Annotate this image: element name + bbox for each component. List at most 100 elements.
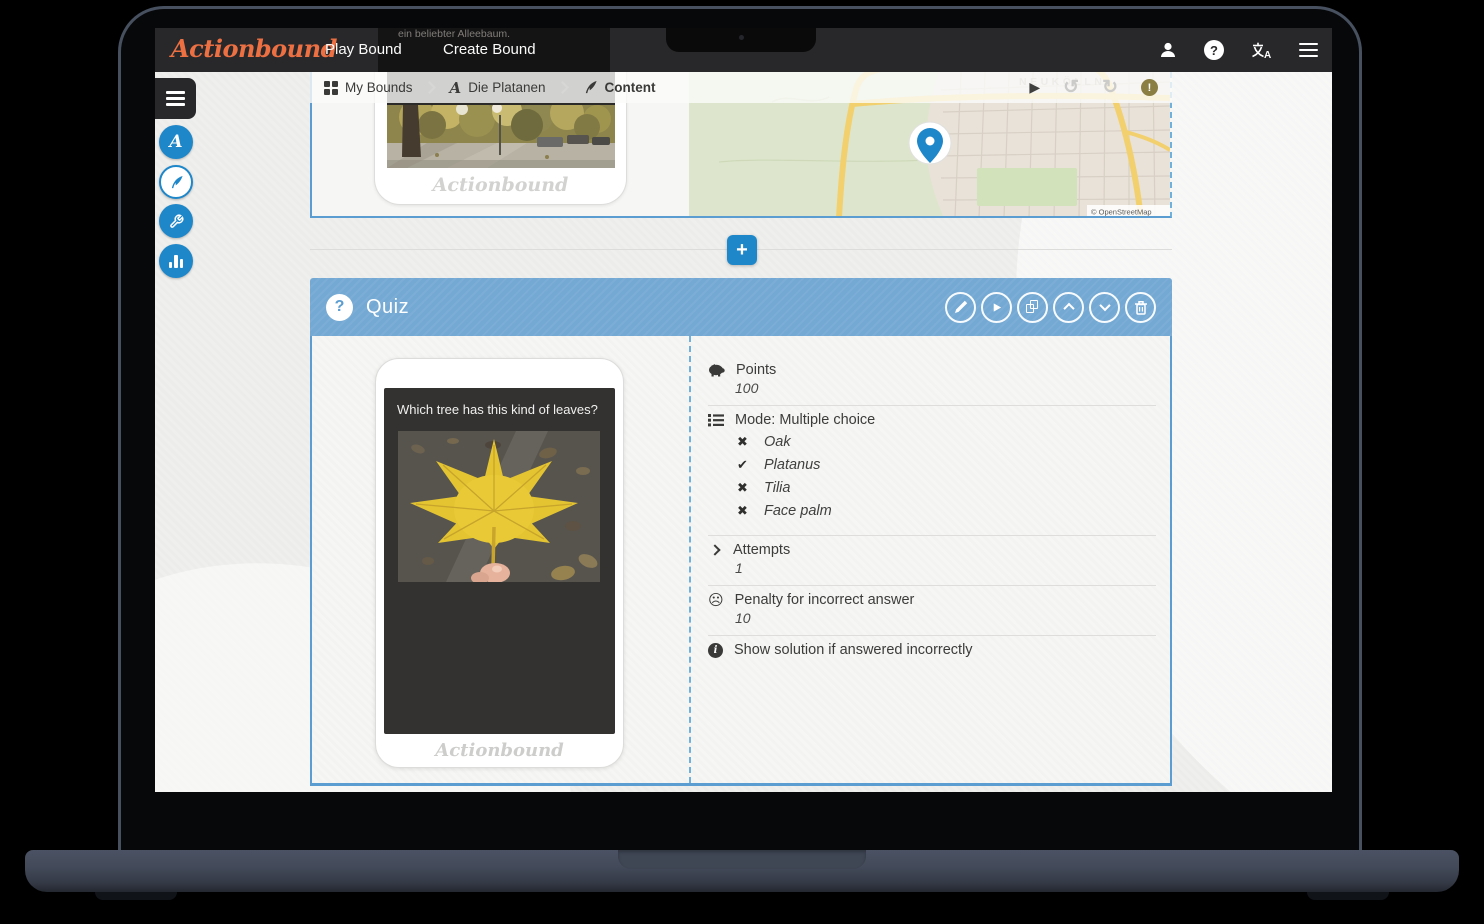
menu-icon[interactable]	[1299, 43, 1318, 58]
grid-icon	[324, 81, 338, 95]
answer-text: Tilia	[764, 480, 790, 496]
chevron-separator-icon	[423, 81, 436, 94]
setting-label: Mode: Multiple choice	[735, 412, 875, 428]
undo-button[interactable]: ↺	[1063, 78, 1079, 97]
laptop-foot	[95, 892, 177, 900]
breadcrumb-label: My Bounds	[345, 80, 413, 95]
sidebar-bound-button[interactable]: A	[159, 125, 193, 159]
delete-button[interactable]	[1125, 292, 1156, 323]
quiz-card-actions	[945, 292, 1156, 323]
copy-icon	[1026, 300, 1039, 314]
stage: Actionbound	[0, 0, 1484, 924]
sidebar-settings-button[interactable]	[159, 204, 193, 238]
phone-watermark: Actionbound	[376, 740, 623, 761]
info-icon: i	[708, 643, 723, 658]
warning-indicator[interactable]: !	[1141, 79, 1158, 96]
street-photo	[387, 105, 615, 168]
quiz-settings-pane: Points 100 Mode: Multip	[689, 336, 1170, 783]
move-down-button[interactable]	[1089, 292, 1120, 323]
pencil-icon	[954, 300, 968, 314]
play-icon	[990, 301, 1003, 314]
sidebar-menu-button[interactable]	[155, 78, 196, 119]
setting-penalty: ☹ Penalty for incorrect answer 10	[708, 586, 1156, 636]
setting-value: 1	[735, 560, 1156, 576]
chevron-down-icon	[1099, 300, 1110, 311]
actionbound-a-icon: A	[169, 132, 182, 152]
answer-option: ✖ Face palm	[737, 503, 1156, 519]
breadcrumb-label: Content	[605, 80, 656, 95]
test-play-button[interactable]: ▶	[1029, 79, 1040, 96]
redo-button[interactable]: ↻	[1102, 78, 1118, 97]
setting-show-solution: i Show solution if answered incorrectly	[708, 636, 1156, 667]
laptop-foot	[1307, 892, 1389, 900]
map-pin[interactable]	[909, 122, 951, 164]
bar-chart-icon	[169, 255, 184, 268]
setting-value: 10	[735, 610, 1156, 626]
breadcrumb-content[interactable]: Content	[583, 80, 656, 95]
cross-icon: ✖	[737, 480, 751, 496]
setting-label: Points	[736, 362, 776, 378]
breadcrumb-label: Die Platanen	[468, 80, 545, 95]
answer-option: ✖ Oak	[737, 434, 1156, 450]
chevron-separator-icon	[556, 81, 569, 94]
quiz-question-text: Which tree has this kind of leaves?	[384, 388, 615, 419]
setting-points: Points 100	[708, 356, 1156, 406]
help-icon[interactable]: ?	[1204, 40, 1224, 60]
quiz-preview-pane: Which tree has this kind of leaves?	[312, 336, 689, 783]
answer-option: ✔ Platanus	[737, 457, 1156, 473]
translate-icon[interactable]: A	[1251, 42, 1272, 59]
wrench-icon	[169, 214, 184, 229]
breadcrumb: My Bounds A Die Platanen Content ▶ ↺ ↻ !	[310, 72, 1172, 103]
phone-preview-screen: Which tree has this kind of leaves?	[384, 388, 615, 734]
chevron-right-icon	[709, 544, 720, 555]
preview-play-button[interactable]	[981, 292, 1012, 323]
feather-icon	[583, 80, 598, 95]
user-icon[interactable]	[1159, 41, 1177, 59]
cross-icon: ✖	[737, 434, 751, 450]
setting-mode: Mode: Multiple choice ✖ Oak ✔ Platanus	[708, 406, 1156, 536]
phone-preview-frame: Which tree has this kind of leaves?	[375, 358, 624, 768]
setting-label: Attempts	[733, 542, 790, 558]
breadcrumb-my-bounds[interactable]: My Bounds	[324, 80, 413, 95]
actionbound-a-icon: A	[450, 79, 462, 97]
answer-options: ✖ Oak ✔ Platanus ✖ Tilia	[708, 434, 1156, 519]
svg-text:A: A	[1264, 50, 1271, 59]
sidebar-content-button[interactable]	[159, 165, 193, 199]
edit-button[interactable]	[945, 292, 976, 323]
browser-viewport: Actionbound	[155, 28, 1332, 792]
move-up-button[interactable]	[1053, 292, 1084, 323]
nav-create-bound[interactable]: Create Bound	[431, 28, 548, 72]
quiz-card-title: Quiz	[366, 296, 409, 319]
actionbound-logo[interactable]: Actionbound	[171, 34, 337, 63]
editor-toolbar: ▶ ↺ ↻ !	[1029, 78, 1158, 97]
map-attribution: © OpenStreetMap	[1091, 208, 1152, 217]
duplicate-button[interactable]	[1017, 292, 1048, 323]
sad-face-icon: ☹	[708, 593, 724, 608]
setting-value: 100	[735, 380, 1156, 396]
quiz-type-icon: ?	[326, 294, 353, 321]
setting-label: Show solution if answered incorrectly	[734, 642, 973, 658]
leaf-photo	[398, 431, 600, 582]
answer-text: Face palm	[764, 503, 832, 519]
answer-option: ✖ Tilia	[737, 480, 1156, 496]
quiz-card-body: Which tree has this kind of leaves?	[310, 336, 1172, 786]
sidebar-results-button[interactable]	[159, 244, 193, 278]
chevron-up-icon	[1063, 303, 1074, 314]
check-icon: ✔	[737, 457, 751, 473]
laptop-base-notch	[618, 850, 866, 869]
trash-icon	[1134, 300, 1148, 315]
cross-icon: ✖	[737, 503, 751, 519]
add-element-button[interactable]: +	[727, 235, 757, 265]
phone-watermark: Actionbound	[375, 174, 626, 196]
list-icon	[708, 413, 724, 427]
breadcrumb-bound[interactable]: A Die Platanen	[450, 79, 546, 97]
quiz-card-header: ? Quiz	[310, 278, 1172, 336]
camera-dot	[739, 35, 744, 40]
quiz-element-card: ? Quiz	[310, 278, 1172, 786]
navbar-icons: ? A	[1159, 28, 1318, 72]
piggy-bank-icon	[708, 364, 725, 377]
setting-attempts: Attempts 1	[708, 536, 1156, 586]
nav-play-bound[interactable]: Play Bound	[313, 28, 414, 72]
setting-label: Penalty for incorrect answer	[735, 592, 915, 608]
feather-icon	[169, 175, 184, 190]
